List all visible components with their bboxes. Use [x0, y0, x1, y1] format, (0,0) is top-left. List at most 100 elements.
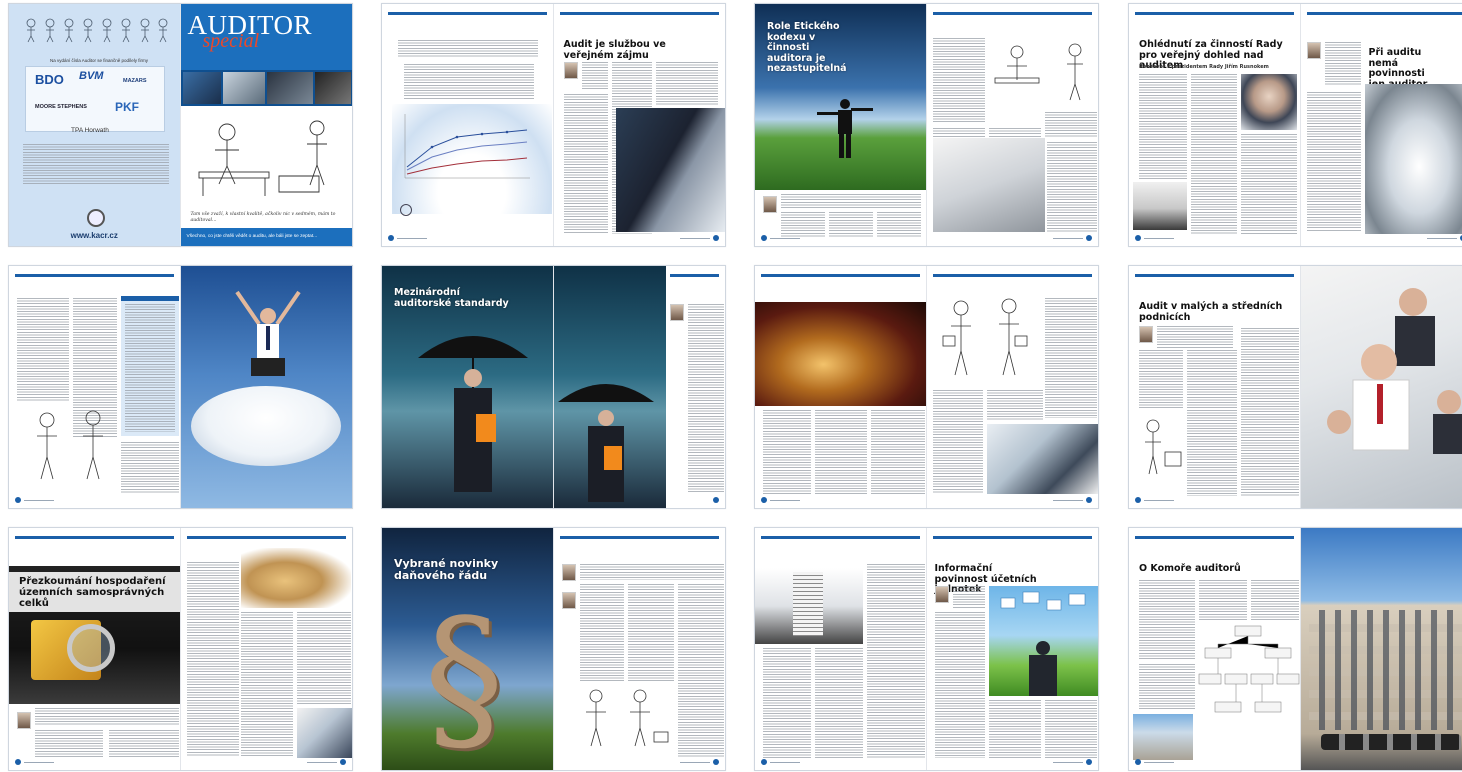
page-tax-cover: § Vybrané novinky daňového řádu: [382, 528, 554, 770]
isa-title: Mezinárodní auditorské standardy: [394, 287, 509, 309]
ethics-text-col-3: [988, 128, 1041, 138]
chamber-column-3: [1251, 580, 1299, 620]
page-footer-line: [1053, 500, 1083, 501]
sponsors-contact-text: [23, 144, 169, 184]
page-chamber: O Komoře auditorů: [1129, 528, 1301, 770]
spread-oversight-council[interactable]: Ohlédnutí za činností Rady pro veřejný d…: [1128, 3, 1462, 247]
page-accent-bar: [559, 12, 719, 15]
info-duty-column-1: [934, 612, 985, 758]
page-accent-bar: [388, 12, 547, 15]
spread-ethics-code[interactable]: Role Etického kodexu v činnosti auditora…: [754, 3, 1099, 247]
ethics-text-col-5: [1046, 142, 1097, 232]
page-accent-bar: [932, 274, 1092, 277]
page-footer-line: [770, 500, 800, 501]
page-isa-cover: Mezinárodní auditorské standardy: [382, 266, 554, 508]
spread-cover[interactable]: Na vydání čísla Auditor se finančně podí…: [8, 3, 353, 247]
tax-column-3: [677, 584, 724, 758]
author-portrait: [1139, 326, 1153, 343]
page-footer-line: [770, 762, 800, 763]
article-column-3: [655, 62, 718, 106]
line-chart-figure: [404, 114, 530, 179]
sidebar-header: [121, 296, 179, 301]
interview-subtitle: Rozhovor s prezidentem Rady Jiřím Rusnok…: [1139, 64, 1269, 70]
page-cloud-text: [9, 266, 181, 508]
article-title: Audit je službou ve veřejném zájmu: [563, 39, 666, 61]
spread-chamber[interactable]: O Komoře auditorů: [1128, 527, 1462, 771]
page-sme: Audit v malých a středních podnicích: [1129, 266, 1301, 508]
article-lead: [581, 62, 608, 90]
second-umbrella-figure: [557, 384, 654, 502]
justice-right-col-3: [986, 390, 1043, 420]
page-accent-bar: [669, 274, 719, 277]
ethics-text-col-1: [932, 38, 985, 124]
parked-cars: [1320, 734, 1461, 750]
chamber-seal-icon: [400, 204, 412, 216]
sme-cartoon: [1145, 419, 1182, 475]
sponsor-moore-stephens: MOORE STEPHENS: [35, 104, 87, 110]
justice-column-2: [815, 410, 867, 496]
page-number-dot: [1135, 235, 1141, 241]
spread-information-duty[interactable]: Informační povinnost účetních jednotek: [754, 527, 1099, 771]
page-number-dot: [15, 497, 21, 503]
page-footer-line: [1427, 238, 1457, 239]
interview-column-3: [1241, 134, 1297, 234]
page-paperwork: [755, 528, 927, 770]
doctors-cartoon: [942, 298, 1027, 376]
page-accent-bar: [761, 274, 920, 277]
spread-tax-code[interactable]: § Vybrané novinky daňového řádu: [381, 527, 726, 771]
municipal-title: Přezkoumání hospodaření územních samospr…: [19, 576, 166, 609]
paperwork-column-2: [763, 648, 811, 758]
author-portrait-2: [561, 592, 576, 609]
page-accent-bar: [932, 12, 1092, 15]
spread-sme-audit[interactable]: Audit v malých a středních podnicích: [1128, 265, 1462, 509]
spread-municipal-review[interactable]: Přezkoumání hospodaření územních samospr…: [8, 527, 353, 771]
ethics-text-col-4: [1044, 112, 1097, 138]
page-number-dot: [15, 759, 21, 765]
spread-audit-public-interest[interactable]: Audit je službou ve veřejném zájmu: [381, 3, 726, 247]
info-duty-lead: [952, 586, 985, 608]
page-accent-bar: [1135, 536, 1294, 539]
coins-jar-photo: [240, 548, 351, 608]
sme-column-2: [1187, 350, 1237, 496]
page-footer-line: [1144, 238, 1174, 239]
sme-column-1: [1139, 350, 1183, 410]
page-chart: [382, 4, 554, 246]
page-justice: [755, 266, 927, 508]
sme-title: Audit v malých a středních podnicích: [1139, 301, 1283, 323]
building-windows: [1308, 610, 1462, 730]
page-accent-bar: [559, 536, 719, 539]
org-chart-diagram: [1198, 625, 1300, 713]
sme-column-3: [1241, 328, 1299, 496]
page-article: Audit je službou ve veřejném zájmu: [554, 4, 725, 246]
author-portrait: [934, 586, 949, 603]
page-footer-line: [1053, 762, 1083, 763]
spread-isa[interactable]: Mezinárodní auditorské standardy: [381, 265, 726, 509]
envelope-icons: [1000, 591, 1085, 611]
man-open-arms-figure: [817, 99, 873, 158]
website-url[interactable]: www.kacr.cz: [9, 231, 180, 240]
page-footer-line: [680, 238, 710, 239]
obligations-lead: [1324, 42, 1361, 86]
tax-column-2: [627, 584, 674, 682]
obligations-column-1: [1306, 92, 1361, 232]
author-portrait-1: [561, 564, 576, 581]
justice-column-3: [871, 410, 925, 496]
paragraph-sign-icon: §: [424, 584, 504, 770]
two-figures-cartoon: [37, 410, 103, 480]
scales-photo: [755, 302, 926, 406]
page-number-dot: [388, 235, 394, 241]
paper-stack-shape: [793, 572, 823, 636]
page-number-dot: [761, 235, 767, 241]
spread-cloud[interactable]: [8, 265, 353, 509]
page-number-dot: [713, 497, 719, 503]
chamber-column-4: [1139, 664, 1195, 710]
page-interview: Ohlédnutí za činností Rady pro veřejný d…: [1129, 4, 1301, 246]
page-footer-line: [1053, 238, 1083, 239]
page-accent-bar: [1135, 274, 1294, 277]
team-figures: [1326, 288, 1462, 454]
cheering-man-figure: [234, 290, 301, 376]
author-portrait: [17, 712, 31, 729]
spread-justice[interactable]: [754, 265, 1099, 509]
municipal-lead: [35, 708, 179, 726]
page-number-dot: [1086, 759, 1092, 765]
